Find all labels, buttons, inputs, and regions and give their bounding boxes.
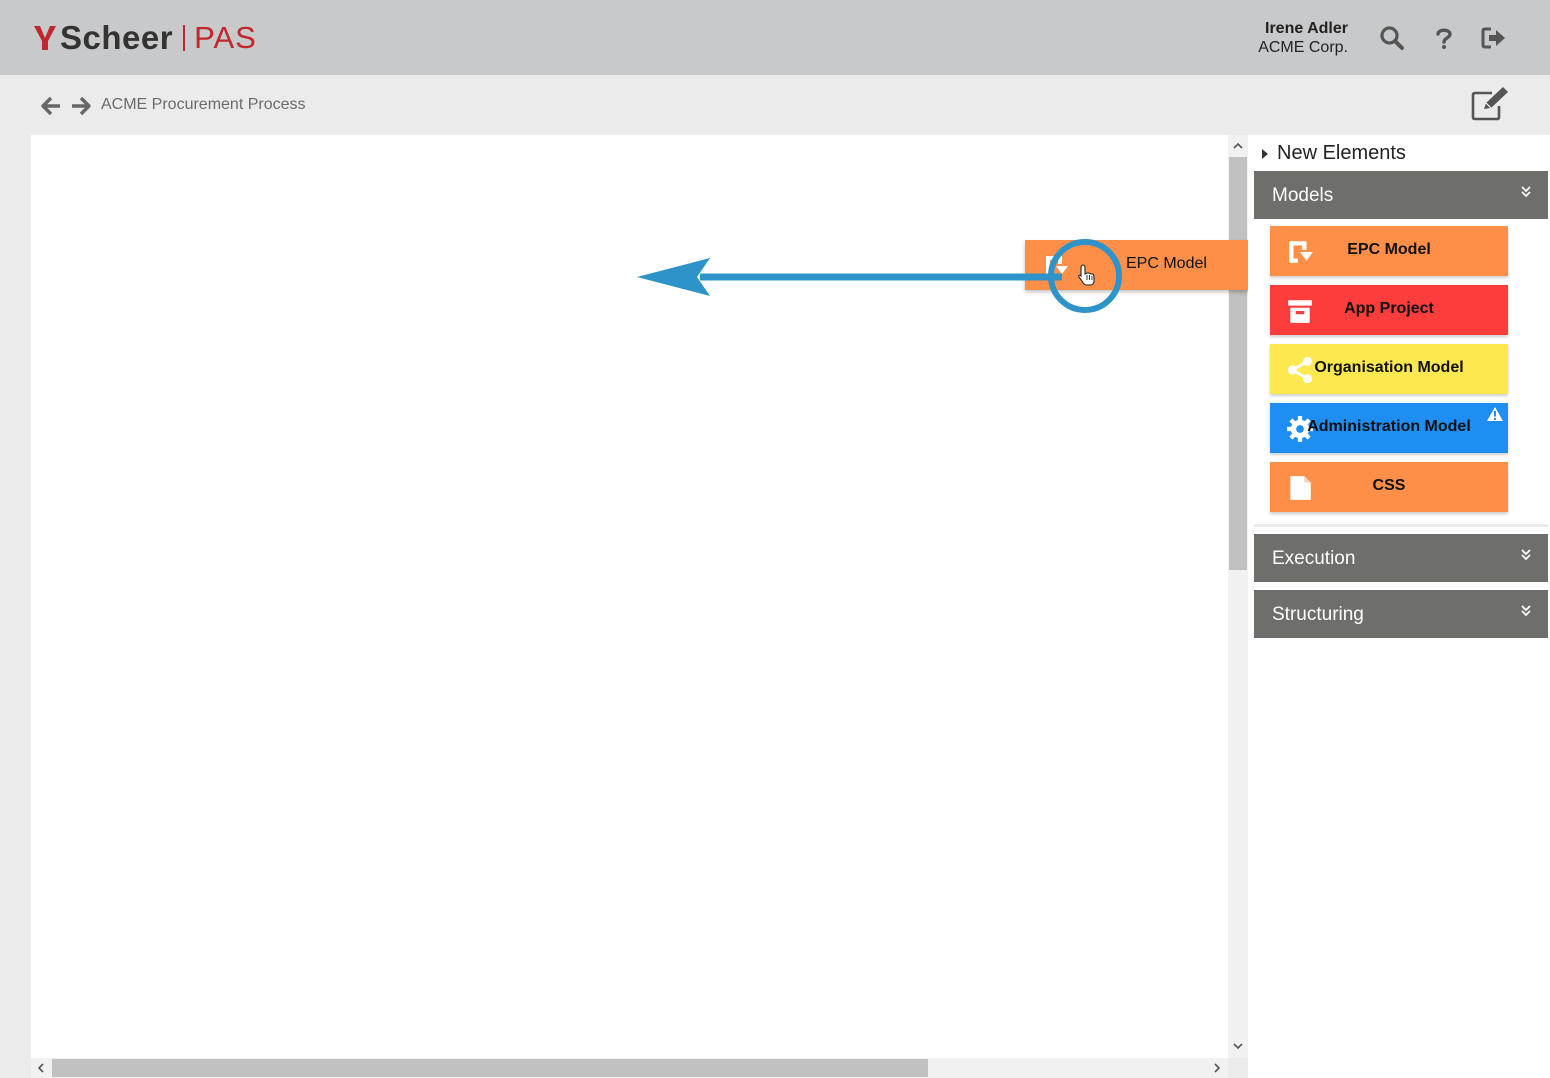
tile-app-project[interactable]: App Project	[1270, 285, 1508, 335]
horizontal-scrollbar[interactable]	[31, 1058, 1228, 1078]
vertical-scroll-thumb[interactable]	[1229, 157, 1247, 570]
dragged-epc-model[interactable]: EPC Model	[1025, 240, 1263, 290]
user-name: Irene Adler	[1265, 20, 1348, 37]
user-org: ACME Corp.	[1258, 39, 1348, 56]
warning-icon	[1487, 407, 1503, 421]
logout-icon[interactable]	[1480, 24, 1508, 52]
help-icon[interactable]	[1430, 24, 1458, 52]
search-icon[interactable]	[1378, 24, 1406, 52]
double-chevron-down-icon	[1521, 549, 1531, 561]
tile-label: CSS	[1372, 477, 1406, 494]
new-elements-toggle[interactable]: New Elements	[1262, 142, 1406, 165]
caret-right-icon	[1262, 148, 1268, 159]
scheer-pas-logo[interactable]: Scheer PAS	[33, 18, 257, 58]
dragged-element-label: EPC Model	[1126, 255, 1207, 272]
logo-product: PAS	[194, 20, 257, 55]
tile-label: Organisation Model	[1314, 359, 1464, 376]
double-chevron-down-icon	[1521, 186, 1531, 198]
logo-separator	[183, 25, 186, 51]
user-info[interactable]: Irene Adler ACME Corp.	[1258, 19, 1348, 57]
section-label: Models	[1272, 185, 1334, 206]
section-execution[interactable]: Execution	[1254, 534, 1548, 582]
breadcrumb: ACME Procurement Process	[0, 75, 1550, 135]
section-label: Structuring	[1272, 604, 1364, 625]
tile-css[interactable]: CSS	[1270, 462, 1508, 512]
scroll-down-icon[interactable]	[1230, 1038, 1246, 1054]
double-chevron-down-icon	[1521, 605, 1531, 617]
new-elements-panel: New Elements Models EPC Model App Projec…	[1248, 135, 1550, 1078]
scroll-up-icon[interactable]	[1230, 138, 1246, 154]
tile-administration-model[interactable]: Administration Model	[1270, 403, 1508, 453]
section-models[interactable]: Models	[1254, 171, 1548, 219]
scroll-right-icon[interactable]	[1209, 1060, 1225, 1076]
scheer-logo-mark	[34, 26, 56, 50]
section-label: Execution	[1272, 548, 1356, 569]
section-structuring[interactable]: Structuring	[1254, 590, 1548, 638]
forward-arrow-icon[interactable]	[70, 95, 92, 117]
new-elements-label: New Elements	[1277, 142, 1406, 164]
epc-model-icon	[1046, 256, 1068, 276]
logo-text: Scheer	[60, 19, 174, 56]
tile-label: Administration Model	[1307, 418, 1471, 435]
tile-label: EPC Model	[1347, 241, 1431, 258]
scroll-left-icon[interactable]	[33, 1060, 49, 1076]
models-list: EPC Model App Project Organisation Model	[1254, 219, 1548, 527]
top-bar: Scheer PAS Irene Adler ACME Corp.	[0, 0, 1550, 75]
edit-icon[interactable]	[1470, 86, 1510, 122]
tile-epc-model[interactable]: EPC Model	[1270, 226, 1508, 276]
horizontal-scroll-thumb[interactable]	[52, 1059, 928, 1077]
tile-organisation-model[interactable]: Organisation Model	[1270, 344, 1508, 394]
breadcrumb-title[interactable]: ACME Procurement Process	[101, 96, 306, 114]
tile-label: App Project	[1344, 300, 1434, 317]
back-arrow-icon[interactable]	[40, 95, 62, 117]
